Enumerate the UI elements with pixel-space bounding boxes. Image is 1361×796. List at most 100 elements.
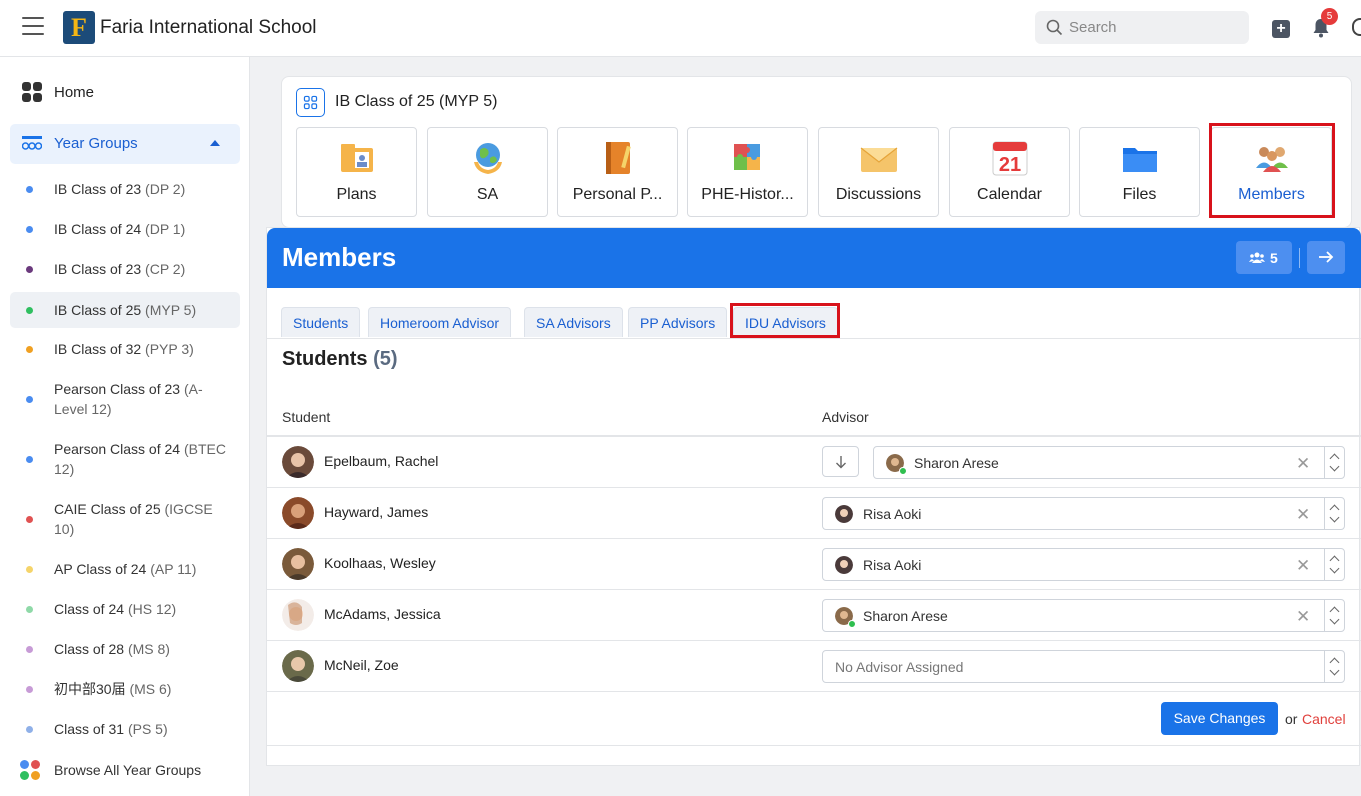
year-group-name: Class of 31 (54, 721, 125, 737)
students-heading: Students (5) (282, 348, 398, 370)
sidebar-item-year-group[interactable]: 初中部30届 (MS 6) (10, 679, 240, 699)
top-bar: F Faria International School + 5 (0, 0, 1361, 57)
add-icon[interactable]: + (1272, 20, 1290, 38)
notebook-icon (606, 142, 631, 174)
advisor-select[interactable]: No Advisor Assigned (822, 650, 1345, 683)
sidebar-item-year-group[interactable]: Class of 28 (MS 8) (10, 639, 240, 659)
color-dot (26, 686, 33, 693)
student-avatar (282, 446, 314, 478)
multicolor-dots-icon (20, 760, 40, 780)
notification-badge: 5 (1321, 8, 1338, 25)
save-changes-button[interactable]: Save Changes (1161, 702, 1278, 735)
student-name: Koolhaas, Wesley (324, 555, 436, 571)
expand-button[interactable] (1307, 241, 1345, 274)
puzzle-icon (734, 144, 760, 170)
sidebar-item-year-group[interactable]: IB Class of 32 (PYP 3) (10, 339, 240, 359)
student-name: McNeil, Zoe (324, 657, 399, 673)
year-group-sub: (MS 8) (127, 641, 170, 657)
header-divider (1299, 248, 1300, 268)
advisor-avatar (835, 505, 853, 523)
sidebar-item-home[interactable]: Home (22, 82, 94, 102)
school-name[interactable]: Faria International School (100, 17, 317, 39)
student-avatar (282, 650, 314, 682)
table-row: Hayward, James Risa Aoki ✕ (267, 488, 1361, 539)
color-dot (26, 456, 33, 463)
members-title: Members (282, 242, 397, 272)
copy-down-button[interactable] (822, 446, 859, 477)
table-row: McAdams, Jessica Sharon Arese ✕ (267, 590, 1361, 641)
search-box[interactable] (1035, 11, 1249, 44)
sidebar-item-year-groups[interactable]: Year Groups (10, 124, 240, 164)
student-name: McAdams, Jessica (324, 606, 441, 622)
sidebar-item-year-group[interactable]: AP Class of 24 (AP 11) (10, 559, 240, 579)
color-dot (26, 346, 33, 353)
tile-sa[interactable]: SA (427, 127, 548, 217)
sidebar-item-year-group[interactable]: Class of 31 (PS 5) (10, 719, 240, 739)
caret-up-icon[interactable] (210, 140, 220, 146)
advisor-name: Risa Aoki (863, 557, 922, 573)
advisor-name: Sharon Arese (863, 608, 948, 624)
sidebar-item-year-group[interactable]: CAIE Class of 25 (IGCSE 10) (10, 499, 240, 539)
tile-calendar[interactable]: 21 Calendar (949, 127, 1070, 217)
table-row: Epelbaum, Rachel Sharon Arese ✕ (267, 437, 1361, 488)
tile-phe-history[interactable]: PHE-Histor... (687, 127, 808, 217)
year-group-name: IB Class of 32 (54, 341, 142, 357)
chat-icon[interactable] (1352, 18, 1361, 36)
clear-icon[interactable]: ✕ (1296, 607, 1310, 627)
tile-personal-project[interactable]: Personal P... (557, 127, 678, 217)
select-arrows-icon[interactable] (1324, 498, 1344, 529)
sidebar-item-year-group[interactable]: Pearson Class of 24 (BTEC 12) (10, 439, 240, 479)
year-group-sub: (DP 1) (145, 221, 186, 237)
tab-pp-advisors[interactable]: PP Advisors (628, 307, 728, 337)
year-group-name: IB Class of 25 (54, 302, 142, 318)
advisor-select[interactable]: Sharon Arese ✕ (822, 599, 1345, 632)
people-icon (1249, 252, 1265, 263)
student-name: Hayward, James (324, 504, 429, 520)
cancel-link[interactable]: Cancel (1302, 711, 1346, 727)
tile-label: PHE-Histor... (701, 186, 794, 203)
tile-plans[interactable]: Plans (296, 127, 417, 217)
sidebar-item-year-group[interactable]: IB Class of 23 (CP 2) (10, 259, 240, 279)
sidebar-item-year-group-active[interactable]: IB Class of 25 (MYP 5) (10, 292, 240, 328)
advisor-select[interactable]: Sharon Arese ✕ (873, 446, 1345, 479)
browse-all-year-groups-link[interactable]: Browse All Year Groups (20, 759, 201, 781)
online-status-dot (899, 467, 907, 475)
clear-icon[interactable]: ✕ (1296, 454, 1310, 474)
advisor-select[interactable]: Risa Aoki ✕ (822, 497, 1345, 530)
year-group-sub: (AP 11) (150, 561, 197, 577)
tab-sa-advisors[interactable]: SA Advisors (524, 307, 623, 337)
advisor-name: Sharon Arese (914, 455, 999, 471)
members-highlight-box (1209, 123, 1335, 218)
tab-homeroom-advisor[interactable]: Homeroom Advisor (368, 307, 512, 337)
members-header: Members 5 (267, 228, 1361, 288)
tile-label: Calendar (977, 186, 1042, 203)
tab-students[interactable]: Students (281, 307, 361, 337)
select-arrows-icon[interactable] (1324, 651, 1344, 682)
divider (267, 745, 1361, 746)
sidebar-item-year-group[interactable]: Class of 24 (HS 12) (10, 599, 240, 619)
tile-files[interactable]: Files (1079, 127, 1200, 217)
tile-discussions[interactable]: Discussions (818, 127, 939, 217)
color-dot (26, 606, 33, 613)
year-group-sub: (PYP 3) (145, 341, 194, 357)
advisor-select[interactable]: Risa Aoki ✕ (822, 548, 1345, 581)
sidebar-item-year-group[interactable]: IB Class of 24 (DP 1) (10, 219, 240, 239)
year-groups-icon (22, 136, 42, 150)
select-arrows-icon[interactable] (1324, 600, 1344, 631)
sidebar-item-year-group[interactable]: Pearson Class of 23 (A-Level 12) (10, 379, 240, 419)
divider (267, 338, 1361, 339)
search-input[interactable] (1069, 17, 1239, 38)
member-count-button[interactable]: 5 (1236, 241, 1292, 274)
clear-icon[interactable]: ✕ (1296, 505, 1310, 525)
select-arrows-icon[interactable] (1324, 549, 1344, 580)
advisor-name: Risa Aoki (863, 506, 922, 522)
menu-icon[interactable] (22, 17, 44, 37)
year-group-name: IB Class of 23 (54, 181, 142, 197)
member-count: 5 (1270, 250, 1278, 266)
school-logo[interactable]: F (63, 11, 95, 44)
globe-hands-icon (474, 143, 502, 174)
sidebar-item-year-group[interactable]: IB Class of 23 (DP 2) (10, 179, 240, 199)
select-arrows-icon[interactable] (1324, 447, 1344, 478)
clear-icon[interactable]: ✕ (1296, 556, 1310, 576)
year-group-sub: (DP 2) (145, 181, 186, 197)
